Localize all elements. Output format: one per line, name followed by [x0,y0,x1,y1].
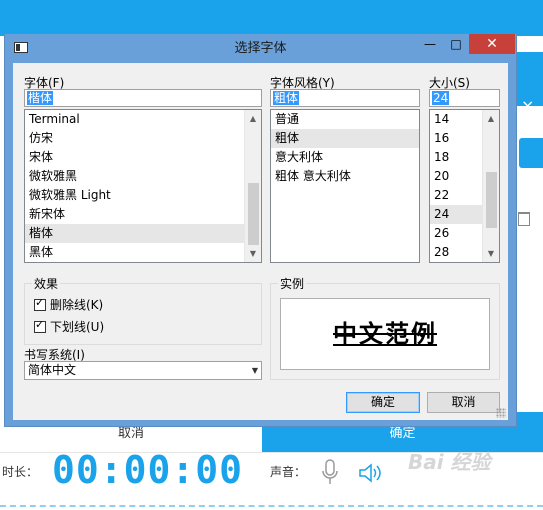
list-item[interactable]: 微软雅黑 Light [25,186,261,205]
sample-text: 中文范例 [333,319,437,348]
app-side-close-icon[interactable]: × [521,96,534,115]
scroll-down-arrow-icon[interactable]: ▼ [245,245,261,262]
font-name-value: 楷体 [27,91,54,105]
list-item[interactable]: 粗体 [271,129,419,148]
sound-label: 声音： [270,465,307,479]
watermark: Bai 经验 [408,450,491,474]
underline-check-box[interactable]: ✓ [34,318,46,333]
font-style-value: 粗体 [273,91,300,105]
checkmark-icon: ✓ [35,318,45,331]
sample-group-title: 实例 [278,275,307,292]
app-top-bar [0,0,543,36]
scroll-thumb[interactable] [248,183,259,245]
duration-timer: 00:00:00 [52,448,244,492]
font-name-input[interactable]: 楷体 [24,89,262,107]
sample-preview: 中文范例 [280,298,490,370]
app-side-button[interactable] [519,138,543,168]
resize-grip-icon[interactable] [496,408,506,418]
font-list[interactable]: Terminal 仿宋 宋体 微软雅黑 微软雅黑 Light 新宋体 楷体 黑体 ▲ ▼ [24,109,262,263]
scroll-up-arrow-icon[interactable]: ▲ [483,110,499,127]
list-item[interactable]: 微软雅黑 [25,167,261,186]
chevron-down-icon: ▼ [251,366,258,375]
underline-checkbox[interactable]: ✓ 下划线(U) [34,318,105,335]
strikeout-label: 删除线(K) [50,298,104,312]
font-style-list[interactable]: 普通 粗体 意大利体 粗体 意大利体 [270,109,420,263]
list-item[interactable]: 宋体 [25,148,261,167]
trash-icon[interactable] [518,212,530,226]
font-size-list[interactable]: 14 16 18 20 22 24 26 28 ▲ ▼ [429,109,500,263]
effects-group-title: 效果 [32,275,61,292]
dashed-divider [0,505,543,507]
underline-label: 下划线(U) [50,320,105,334]
microphone-icon[interactable] [320,459,340,487]
dialog-title-bar[interactable]: 选择字体 — □ ✕ [5,34,516,63]
font-size-input[interactable]: 24 [429,89,500,107]
duration-label: 时长： [2,465,39,479]
checkmark-icon: ✓ [35,296,45,309]
font-style-input[interactable]: 粗体 [270,89,420,107]
list-item[interactable]: 黑体 [25,243,261,262]
close-button[interactable]: ✕ [469,34,515,54]
list-item[interactable]: Terminal [25,110,261,129]
writing-system-select[interactable]: 简体中文 ▼ [24,361,262,380]
list-item[interactable]: 粗体 意大利体 [271,167,419,186]
minimize-button[interactable]: — [417,34,443,54]
writing-system-value: 简体中文 [28,363,77,377]
strikeout-checkbox[interactable]: ✓ 删除线(K) [34,296,104,313]
list-item[interactable]: 楷体 [25,224,261,243]
maximize-button[interactable]: □ [443,34,469,54]
scroll-thumb[interactable] [486,172,497,228]
scroll-down-arrow-icon[interactable]: ▼ [483,245,499,262]
size-list-scrollbar[interactable]: ▲ ▼ [482,110,499,262]
list-item[interactable]: 意大利体 [271,148,419,167]
ok-button[interactable]: 确定 [346,392,420,413]
cancel-button[interactable]: 取消 [427,392,500,413]
list-item[interactable]: 仿宋 [25,129,261,148]
scroll-up-arrow-icon[interactable]: ▲ [245,110,261,127]
speaker-icon[interactable] [358,461,384,485]
list-item[interactable]: 新宋体 [25,205,261,224]
effects-group [24,283,262,345]
font-size-value: 24 [432,91,450,105]
font-dialog: 选择字体 — □ ✕ 字体(F) 楷体 Terminal 仿宋 宋体 微软雅黑 微软雅黑… [4,33,517,427]
font-list-scrollbar[interactable]: ▲ ▼ [244,110,261,262]
list-item[interactable]: 普通 [271,110,419,129]
strikeout-check-box[interactable]: ✓ [34,296,46,311]
dialog-client-area: 字体(F) 楷体 Terminal 仿宋 宋体 微软雅黑 微软雅黑 Light 新宋体 楷体… [13,63,508,420]
